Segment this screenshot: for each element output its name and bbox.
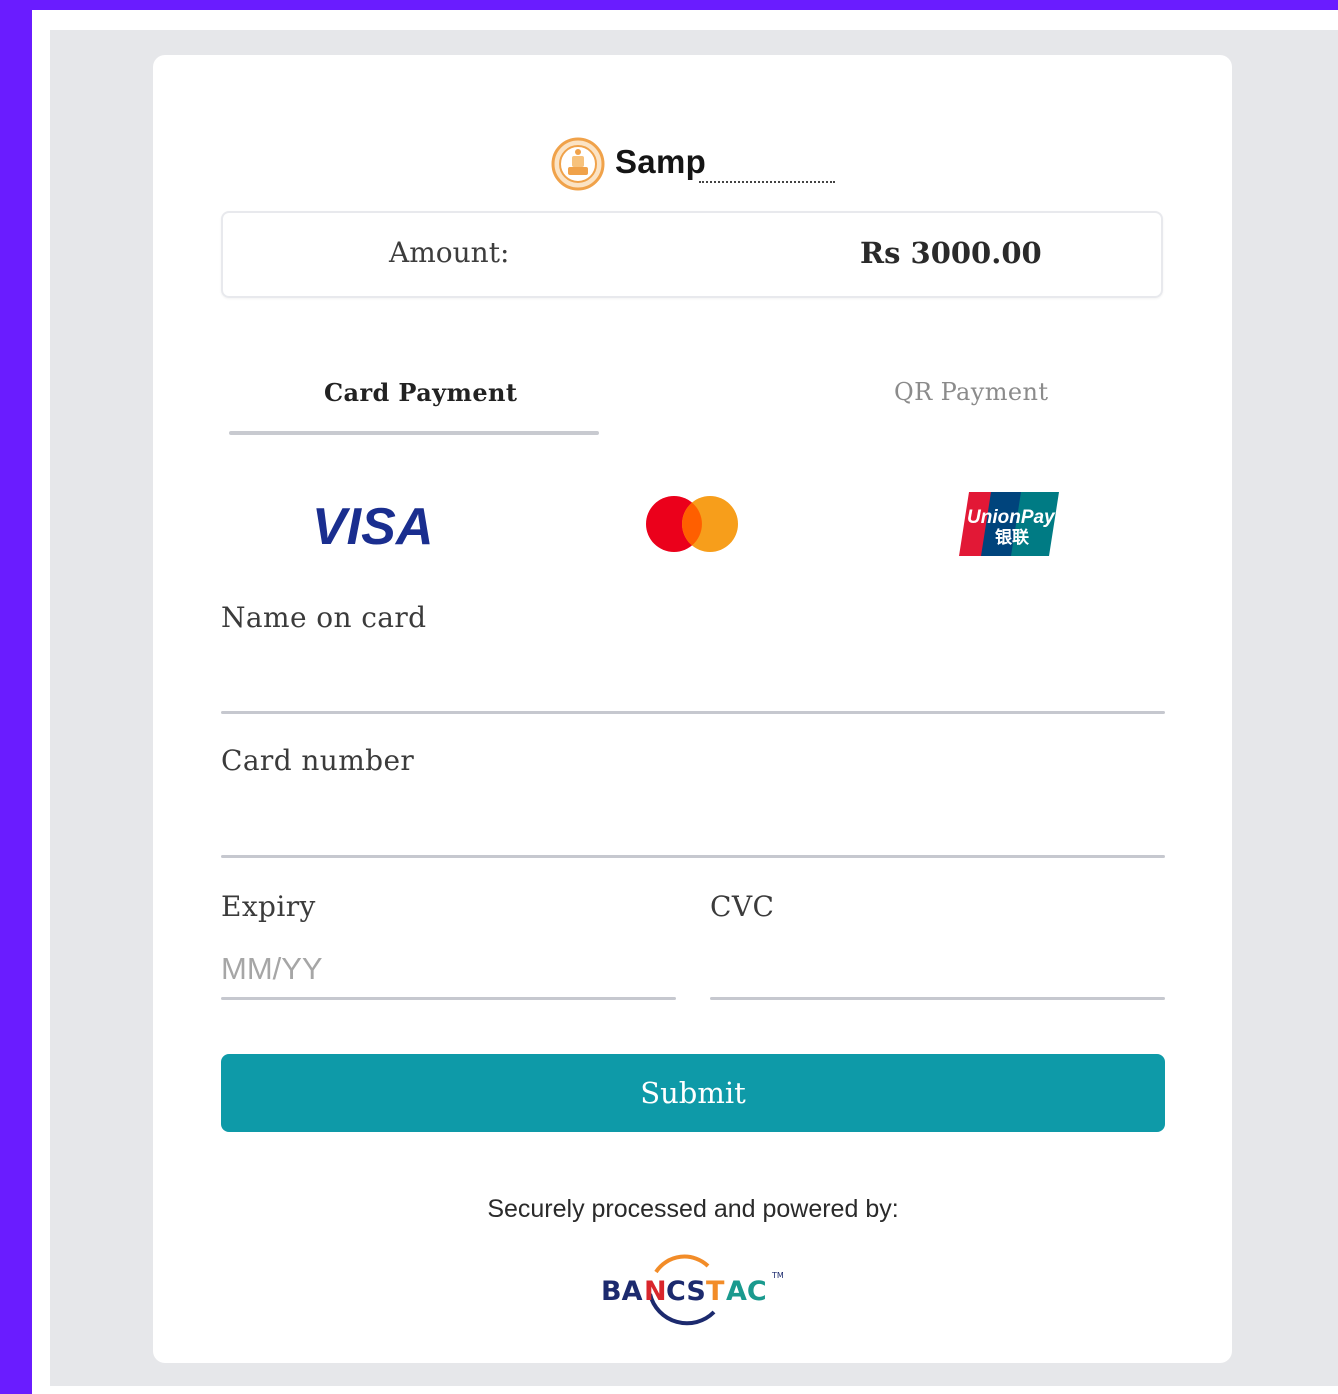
unionpay-icon: UnionPay 银联 [959,492,1059,556]
bancstac-text-t: T [706,1276,725,1307]
mastercard-icon [646,496,738,552]
unionpay-label-cn: 银联 [995,527,1029,548]
bancstac-logo-icon: BA N CS T AC TM [601,1254,784,1326]
cvc-label: CVC [710,890,775,923]
merchant-tagline [699,181,835,189]
expiry-label: Expiry [221,890,316,923]
active-tab-indicator [229,431,599,435]
tab-card-payment[interactable]: Card Payment [324,378,517,407]
unionpay-label: UnionPay [967,507,1056,528]
card-number-input[interactable] [221,803,1161,849]
bancstac-text-tm: TM [771,1271,784,1280]
merchant-name: Samp [615,143,707,180]
bancstac-text-cs: CS [666,1276,706,1307]
card-number-underline [221,855,1165,858]
name-on-card-input[interactable] [221,660,1161,706]
secure-processing-text: Securely processed and powered by: [487,1195,899,1223]
submit-button[interactable]: Submit [221,1054,1165,1132]
cvc-underline [710,997,1165,1000]
tab-qr-payment[interactable]: QR Payment [894,378,1048,406]
card-number-label: Card number [221,744,415,777]
bancstac-text-ac: AC [726,1276,767,1307]
merchant-logo-icon [551,137,605,191]
merchant-brand: Samp [551,137,851,193]
expiry-underline [221,997,676,1000]
cvc-input[interactable] [710,946,1160,992]
visa-logo-text: VISA [312,498,433,552]
name-on-card-underline [221,711,1165,714]
expiry-input[interactable] [221,946,671,992]
amount-label: Amount: [389,236,510,269]
bancstac-text-n: N [644,1276,667,1307]
amount-value: Rs 3000.00 [860,236,1042,270]
visa-icon: VISA [312,498,433,552]
name-on-card-label: Name on card [221,601,427,634]
bancstac-text-ba: BA [601,1276,643,1307]
